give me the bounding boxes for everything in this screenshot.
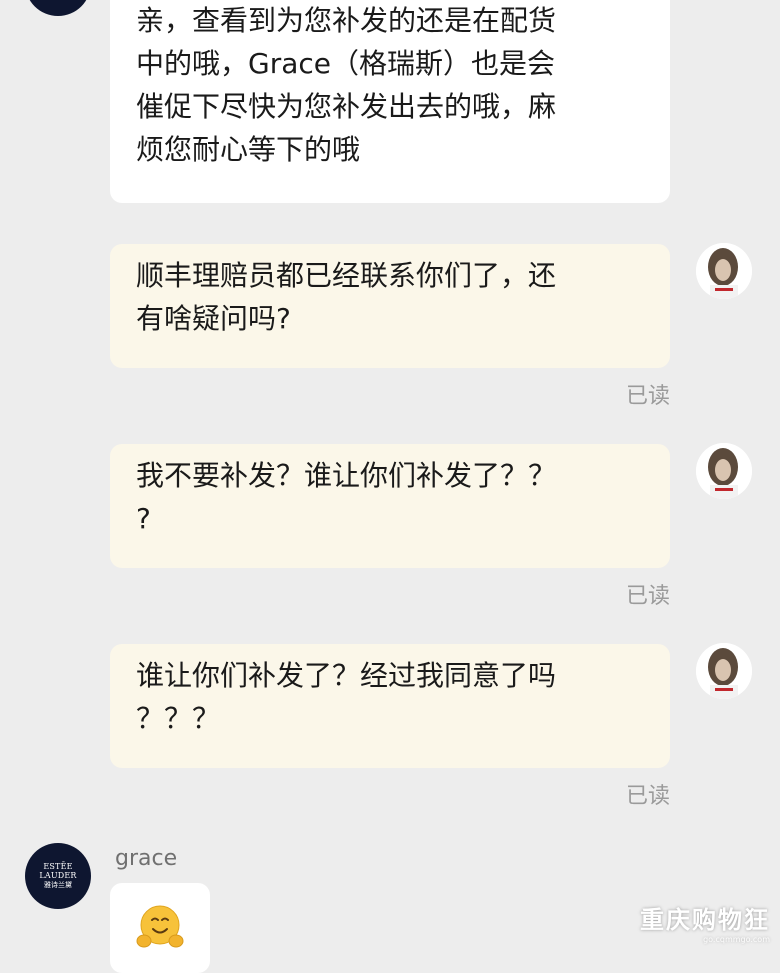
message-bubble-customer[interactable]: 谁让你们补发了？经过我同意了吗 ？？？ (110, 644, 670, 768)
brand-logo-text: ESTĒE LAUDER (39, 861, 77, 881)
message-bubble-store[interactable]: 亲，查看到为您补发的还是在配货 中的哦，Grace（格瑞斯）也是会 催促下尽快为… (110, 0, 670, 203)
customer-avatar[interactable] (696, 443, 752, 499)
hugging-face-emoji-icon (136, 905, 184, 948)
read-status: 已读 (625, 584, 670, 609)
message-bubble-customer[interactable]: 顺丰理赔员都已经联系你们了，还 有啥疑问吗? (110, 244, 670, 368)
customer-avatar-photo-icon (696, 243, 752, 299)
sender-name: grace (115, 846, 178, 871)
watermark: 重庆购物狂 go.cqmmgo.com (640, 900, 770, 944)
watermark-url: go.cqmmgo.com (703, 935, 770, 944)
customer-avatar[interactable] (696, 643, 752, 699)
read-status: 已读 (625, 784, 670, 809)
customer-avatar-photo-icon (696, 643, 752, 699)
emoji-message-bubble[interactable] (110, 883, 210, 973)
brand-avatar-top[interactable]: ESTĒE LAUDER 雅诗兰黛 (25, 0, 91, 16)
brand-logo-text-cn: 雅诗兰黛 (44, 881, 72, 890)
customer-avatar[interactable] (696, 243, 752, 299)
message-bubble-customer[interactable]: 我不要补发？谁让你们补发了？？ ? (110, 444, 670, 568)
customer-avatar-photo-icon (696, 443, 752, 499)
watermark-text: 重庆购物狂 (640, 906, 770, 934)
brand-avatar[interactable]: ESTĒE LAUDER 雅诗兰黛 (25, 843, 91, 909)
read-status: 已读 (625, 384, 670, 409)
